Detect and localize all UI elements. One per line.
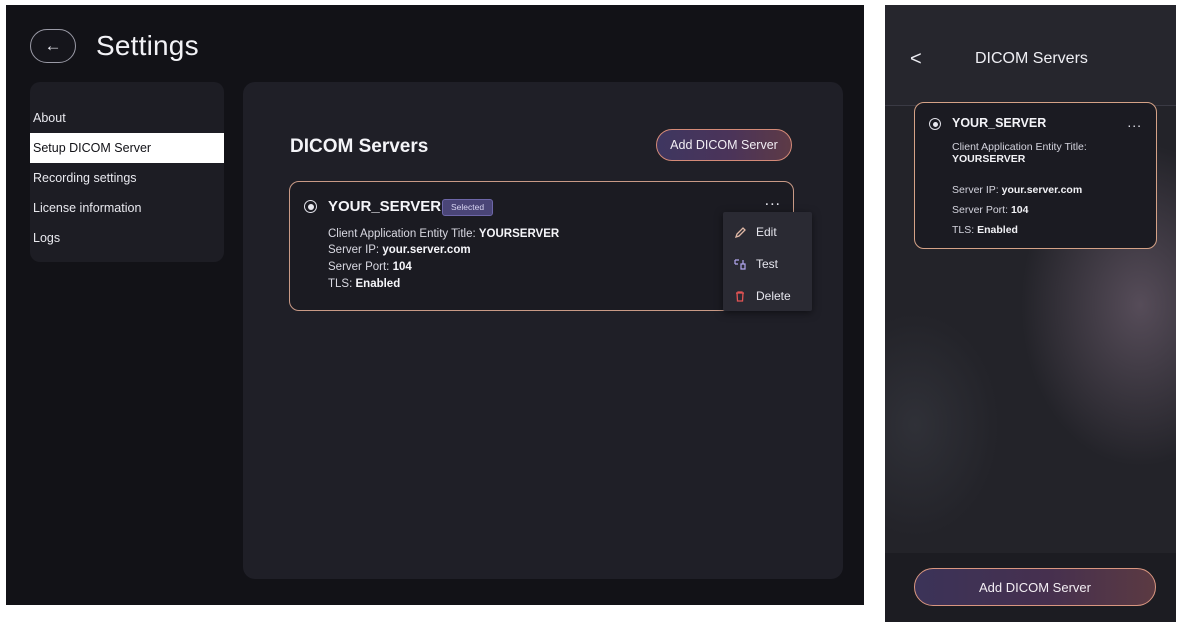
server-name: YOUR_SERVER <box>328 198 442 215</box>
server-card[interactable]: YOUR_SERVER Selected ... Client Applicat… <box>289 181 794 311</box>
more-options-button[interactable]: ... <box>765 192 781 210</box>
panel-title: DICOM Servers <box>290 136 429 157</box>
server-port-line: Server Port: 104 <box>328 261 412 273</box>
menu-item-edit[interactable]: Edit <box>723 216 812 248</box>
client-ae-title-value: YOURSERVER <box>478 228 560 240</box>
mobile-dicom-servers-screen: < DICOM Servers YOUR_SERVER ... Client A… <box>885 5 1176 622</box>
server-ip-line: Server IP: your.server.com <box>328 244 471 256</box>
mobile-header: < DICOM Servers <box>885 5 1176 106</box>
mobile-more-options-button[interactable]: ... <box>1127 114 1142 130</box>
menu-item-test-label: Test <box>756 257 779 271</box>
mobile-server-ip-line: Server IP: your.server.com <box>952 184 1082 196</box>
mobile-server-port-line: Server Port: 104 <box>952 204 1028 216</box>
mobile-server-card[interactable]: YOUR_SERVER ... Client Application Entit… <box>914 102 1157 249</box>
dicom-servers-panel: DICOM Servers Add DICOM Server YOUR_SERV… <box>243 82 843 579</box>
mobile-client-ae-title-label: Client Application Entity Title: <box>952 141 1087 153</box>
server-context-menu: Edit Test Delete <box>723 212 812 311</box>
mobile-server-ip-value: your.server.com <box>1001 184 1083 196</box>
tls-value: Enabled <box>355 278 401 290</box>
mobile-client-ae-title-value: YOURSERVER <box>952 153 1026 165</box>
sidebar-item-recording-settings[interactable]: Recording settings <box>30 163 224 193</box>
sidebar-item-setup-dicom-server[interactable]: Setup DICOM Server <box>30 133 224 163</box>
arrow-left-icon: ← <box>44 36 62 55</box>
add-dicom-server-button[interactable]: Add DICOM Server <box>656 129 792 161</box>
server-ip-label: Server IP: <box>328 244 380 256</box>
server-port-label: Server Port: <box>328 261 390 273</box>
selected-badge: Selected <box>442 199 494 216</box>
sidebar-item-logs[interactable]: Logs <box>30 223 224 253</box>
tls-line: TLS: Enabled <box>328 278 400 290</box>
mobile-add-dicom-server-button[interactable]: Add DICOM Server <box>914 568 1156 606</box>
server-radio-button[interactable] <box>304 200 317 213</box>
mobile-tls-label: TLS: <box>952 224 975 236</box>
sidebar-item-about[interactable]: About <box>30 103 224 133</box>
mobile-client-ae-title-line: Client Application Entity Title: YOURSER… <box>952 141 1148 165</box>
settings-sidebar: About Setup DICOM Server Recording setti… <box>30 82 224 262</box>
menu-item-edit-label: Edit <box>756 225 777 239</box>
menu-item-delete-label: Delete <box>756 289 791 303</box>
menu-item-delete[interactable]: Delete <box>723 280 812 312</box>
mobile-tls-line: TLS: Enabled <box>952 224 1018 236</box>
mobile-server-ip-label: Server IP: <box>952 184 999 196</box>
settings-header: ← Settings <box>30 29 199 63</box>
mobile-server-port-label: Server Port: <box>952 204 1009 216</box>
sidebar-item-license-information[interactable]: License information <box>30 193 224 223</box>
mobile-server-radio-button[interactable] <box>929 118 941 130</box>
trash-icon <box>732 290 748 302</box>
chevron-left-icon[interactable]: < <box>910 48 922 71</box>
mobile-tls-value: Enabled <box>977 224 1018 236</box>
server-port-value: 104 <box>392 261 412 273</box>
mobile-server-port-value: 104 <box>1010 204 1029 216</box>
tls-label: TLS: <box>328 278 353 290</box>
mobile-page-title: DICOM Servers <box>975 50 1088 67</box>
pencil-icon <box>732 226 748 238</box>
client-ae-title-label: Client Application Entity Title: <box>328 228 476 240</box>
back-button[interactable]: ← <box>30 29 76 63</box>
client-ae-title-line: Client Application Entity Title: YOURSER… <box>328 228 559 240</box>
desktop-settings-window: ← Settings About Setup DICOM Server Reco… <box>6 5 864 605</box>
page-title: Settings <box>96 30 199 61</box>
mobile-server-name: YOUR_SERVER <box>952 116 1047 130</box>
test-connection-icon <box>732 258 748 270</box>
menu-item-test[interactable]: Test <box>723 248 812 280</box>
server-ip-value: your.server.com <box>382 244 471 256</box>
